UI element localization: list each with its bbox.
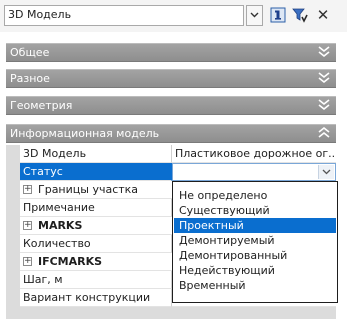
chevron-double-down-icon — [318, 46, 330, 58]
status-dropdown-list: Не определено Существующий Проектный Дем… — [172, 181, 338, 303]
quick-properties-icon — [270, 7, 286, 23]
property-group-label: IFCMARKS — [38, 255, 103, 268]
chevron-double-up-icon — [318, 127, 330, 138]
section-misc[interactable]: Разное — [6, 69, 336, 88]
status-option-to-be-dismantled[interactable]: Демонтируемый — [174, 233, 336, 248]
property-name: Статус — [20, 163, 172, 181]
chevron-double-down-icon — [318, 99, 330, 111]
section-information-model[interactable]: Информационная модель — [6, 124, 336, 143]
property-name: 3D Модель — [20, 145, 172, 163]
status-combobox[interactable] — [172, 163, 336, 181]
close-icon[interactable]: ✕ — [314, 5, 332, 25]
property-group-label: Границы участка — [38, 183, 139, 196]
expand-icon[interactable]: + — [23, 221, 32, 230]
property-name: Примечание — [20, 199, 172, 217]
property-row-status[interactable]: Статус — [6, 163, 336, 181]
property-row-3d-model[interactable]: 3D Модель Пластиковое дорожное ог... — [6, 145, 336, 163]
chevron-down-icon — [322, 169, 331, 175]
select-filter-icon — [292, 8, 308, 23]
chevron-double-down-icon — [318, 72, 330, 84]
section-geometry[interactable]: Геометрия — [6, 96, 336, 115]
section-general[interactable]: Общее — [6, 43, 336, 62]
status-option-temporary[interactable]: Временный — [174, 278, 336, 293]
property-group-label: MARKS — [38, 219, 83, 232]
section-label: Разное — [10, 72, 50, 85]
status-option-undefined[interactable]: Не определено — [174, 188, 336, 203]
status-option-existing[interactable]: Существующий — [174, 203, 336, 218]
property-value[interactable]: Пластиковое дорожное ог... — [172, 145, 336, 163]
object-selector-dropdown-button[interactable] — [246, 5, 263, 26]
status-option-dismantled[interactable]: Демонтированный — [174, 248, 336, 263]
property-name: Вариант конструкции — [20, 289, 172, 307]
expand-icon[interactable]: + — [23, 185, 32, 194]
quick-properties-button[interactable] — [270, 7, 286, 23]
status-option-design[interactable]: Проектный — [174, 218, 336, 233]
property-name: Количество — [20, 235, 172, 253]
status-dropdown-button[interactable] — [318, 165, 334, 179]
object-selector-value: 3D Модель — [8, 8, 72, 21]
section-label: Информационная модель — [10, 127, 160, 140]
select-filter-button[interactable] — [292, 7, 308, 23]
toolbar: 3D Модель ✕ — [0, 0, 347, 32]
section-label: Общее — [10, 46, 50, 59]
status-option-inactive[interactable]: Недействующий — [174, 263, 336, 278]
section-label: Геометрия — [10, 99, 73, 112]
expand-icon[interactable]: + — [23, 257, 32, 266]
property-name: Шаг, м — [20, 271, 172, 289]
object-selector[interactable]: 3D Модель — [4, 5, 244, 26]
chevron-down-icon — [250, 12, 259, 18]
